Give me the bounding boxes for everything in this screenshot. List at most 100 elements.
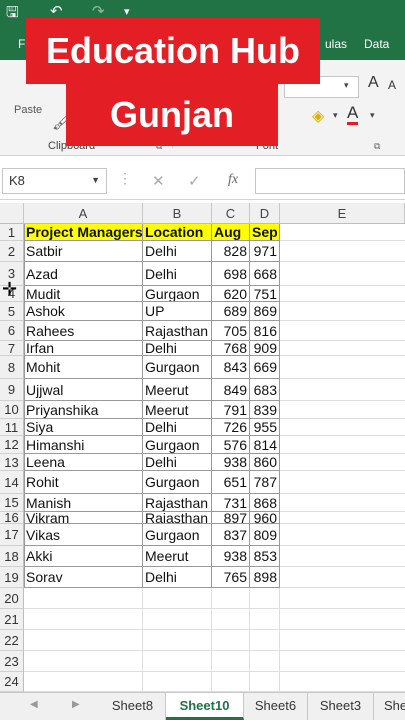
table-cell[interactable]: Priyanshika (24, 401, 143, 419)
row-header[interactable]: 9 (0, 379, 24, 401)
column-header-d[interactable]: D (250, 203, 280, 224)
table-cell[interactable]: 955 (250, 419, 280, 436)
row-header[interactable]: 22 (0, 630, 24, 651)
table-cell[interactable]: 809 (250, 524, 280, 546)
row-header[interactable]: 12 (0, 436, 24, 454)
table-cell[interactable]: Akki (24, 546, 143, 567)
table-cell[interactable]: 860 (250, 454, 280, 471)
name-box[interactable]: K8 ▼ (2, 168, 107, 194)
table-cell[interactable]: 837 (212, 524, 250, 546)
row-header[interactable]: 18 (0, 546, 24, 567)
column-header-a[interactable]: A (24, 203, 143, 224)
table-cell[interactable]: Rahees (24, 321, 143, 341)
table-cell[interactable]: 868 (250, 494, 280, 512)
table-cell[interactable]: 839 (250, 401, 280, 419)
table-cell[interactable]: 909 (250, 341, 280, 356)
table-cell[interactable]: Irfan (24, 341, 143, 356)
table-cell[interactable]: 668 (250, 262, 280, 286)
table-cell[interactable]: 897 (212, 512, 250, 524)
formula-input[interactable] (255, 168, 405, 194)
table-cell[interactable]: Rajasthan (143, 512, 212, 524)
tab-sheet10[interactable]: Sheet10 (166, 693, 244, 720)
table-cell[interactable]: Meerut (143, 379, 212, 401)
table-cell[interactable]: 768 (212, 341, 250, 356)
table-cell[interactable]: 960 (250, 512, 280, 524)
table-cell[interactable]: Gurgaon (143, 356, 212, 379)
table-cell[interactable]: Rajasthan (143, 494, 212, 512)
font-launcher-icon[interactable]: ⧉ (374, 141, 380, 152)
header-cell[interactable]: Aug (212, 224, 250, 241)
paste-button[interactable]: Paste (14, 104, 42, 116)
font-color-icon[interactable]: A (347, 104, 359, 125)
table-cell[interactable]: 971 (250, 241, 280, 262)
row-header[interactable]: 11 (0, 419, 24, 436)
table-cell[interactable]: 731 (212, 494, 250, 512)
table-cell[interactable]: Gurgaon (143, 471, 212, 494)
tab-data[interactable]: Data (364, 37, 389, 51)
tab-sheet6[interactable]: Sheet6 (244, 693, 308, 720)
table-cell[interactable]: Delhi (143, 567, 212, 588)
table-cell[interactable]: 620 (212, 286, 250, 302)
table-cell[interactable]: Ujjwal (24, 379, 143, 401)
table-cell[interactable]: 816 (250, 321, 280, 341)
table-cell[interactable]: Delhi (143, 241, 212, 262)
table-cell[interactable]: 669 (250, 356, 280, 379)
chevron-down-icon[interactable]: ▾ (344, 80, 349, 91)
decrease-font-icon[interactable]: A (388, 78, 396, 92)
row-header[interactable]: 17 (0, 524, 24, 546)
header-cell[interactable]: Sep (250, 224, 280, 241)
table-cell[interactable]: 898 (250, 567, 280, 588)
table-cell[interactable]: Vikas (24, 524, 143, 546)
row-header[interactable]: 2 (0, 241, 24, 262)
row-header[interactable]: 19 (0, 567, 24, 588)
table-cell[interactable]: 787 (250, 471, 280, 494)
table-cell[interactable]: Delhi (143, 454, 212, 471)
row-header[interactable]: 21 (0, 609, 24, 630)
table-cell[interactable]: Ashok (24, 302, 143, 321)
chevron-down-icon[interactable]: ▼ (91, 175, 100, 185)
table-cell[interactable]: Delhi (143, 419, 212, 436)
table-cell[interactable]: 705 (212, 321, 250, 341)
table-cell[interactable]: Manish (24, 494, 143, 512)
header-cell[interactable]: Location (143, 224, 212, 241)
table-cell[interactable]: 869 (250, 302, 280, 321)
increase-font-icon[interactable]: A (368, 74, 379, 92)
row-header[interactable]: 8 (0, 356, 24, 379)
scroll-left-icon[interactable]: ◀ (30, 699, 38, 710)
table-cell[interactable]: Satbir (24, 241, 143, 262)
drag-handle-icon[interactable]: ⋮ (118, 170, 132, 187)
chevron-down-icon[interactable]: ▾ (370, 110, 375, 121)
table-cell[interactable]: UP (143, 302, 212, 321)
tab-sheet-partial[interactable]: She (374, 693, 405, 720)
save-icon[interactable]: 🖫 (6, 2, 19, 27)
table-cell[interactable]: 751 (250, 286, 280, 302)
column-header-e[interactable]: E (280, 203, 405, 224)
table-cell[interactable]: Leena (24, 454, 143, 471)
row-header[interactable]: 1 (0, 224, 24, 241)
table-cell[interactable]: Mohit (24, 356, 143, 379)
enter-icon[interactable]: ✓ (188, 172, 201, 190)
table-cell[interactable]: Himanshi (24, 436, 143, 454)
table-cell[interactable]: Vikram (24, 512, 143, 524)
table-cell[interactable]: Mudit (24, 286, 143, 302)
table-cell[interactable]: 683 (250, 379, 280, 401)
column-header-c[interactable]: C (212, 203, 250, 224)
table-cell[interactable]: Meerut (143, 401, 212, 419)
table-cell[interactable]: Siya (24, 419, 143, 436)
tab-sheet8[interactable]: Sheet8 (100, 693, 166, 720)
select-all-corner[interactable] (0, 203, 24, 224)
table-cell[interactable]: Rajasthan (143, 321, 212, 341)
table-cell[interactable]: 726 (212, 419, 250, 436)
row-header[interactable]: 13 (0, 454, 24, 471)
fill-color-icon[interactable]: ◈ (312, 106, 324, 126)
table-cell[interactable]: Sorav (24, 567, 143, 588)
row-header[interactable]: 10 (0, 401, 24, 419)
table-cell[interactable]: 849 (212, 379, 250, 401)
table-cell[interactable]: Gurgaon (143, 436, 212, 454)
chevron-down-icon[interactable]: ▾ (333, 110, 338, 121)
table-cell[interactable]: 938 (212, 454, 250, 471)
cancel-icon[interactable]: ✕ (152, 172, 165, 190)
table-cell[interactable]: Delhi (143, 262, 212, 286)
insert-function-icon[interactable]: fx (228, 172, 238, 188)
row-header[interactable]: 20 (0, 588, 24, 609)
